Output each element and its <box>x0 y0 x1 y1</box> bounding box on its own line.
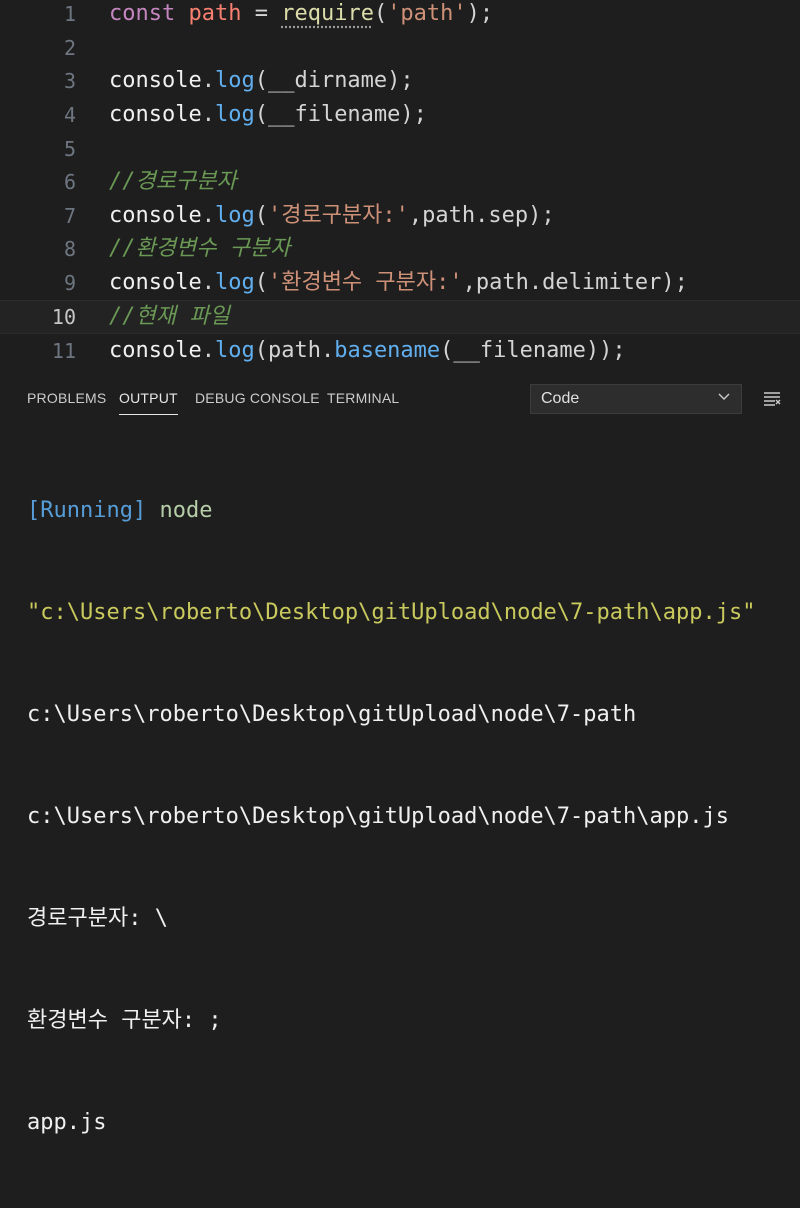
tab-problems[interactable]: PROBLEMS <box>27 390 106 406</box>
tab-debug-console[interactable]: DEBUG CONSOLE <box>195 390 320 406</box>
method-token: log <box>214 270 255 295</box>
paren-token: ); <box>466 1 494 26</box>
args-token: ,path.sep); <box>408 203 555 228</box>
variable-token: path <box>188 1 242 26</box>
string-token: '경로구분자:' <box>267 203 409 228</box>
code-text: console.log('경로구분자:',path.sep); <box>109 199 555 233</box>
tab-output[interactable]: OUTPUT <box>119 390 178 415</box>
code-line-1[interactable]: 1 const path = require('path'); <box>0 0 800 31</box>
code-text: const path = require('path'); <box>109 0 493 31</box>
clear-output-icon[interactable] <box>762 390 782 406</box>
line-number: 7 <box>63 204 76 228</box>
operator-token: = <box>241 1 282 26</box>
output-channel-value: Code <box>541 390 580 407</box>
string-token: '환경변수 구분자:' <box>267 270 463 295</box>
output-line: app.js <box>27 1110 107 1135</box>
object-token: console <box>109 338 202 363</box>
code-line-6[interactable]: 6 //경로구분자 <box>0 165 800 199</box>
code-line-11[interactable]: 11 console.log(path.basename(__filename)… <box>0 334 800 368</box>
code-line-2[interactable]: 2 <box>0 31 800 65</box>
panel-tabs: PROBLEMS OUTPUT DEBUG CONSOLE TERMINAL C… <box>0 370 800 424</box>
line-number: 3 <box>63 69 76 93</box>
comment-token: //현재 파일 <box>109 304 230 329</box>
line-number: 9 <box>63 271 76 295</box>
comment-token: //경로구분자 <box>109 169 237 194</box>
args-token: (__filename); <box>254 102 427 127</box>
method-token: basename <box>334 338 441 363</box>
object-token: console <box>109 68 202 93</box>
code-text: console.log(path.basename(__filename)); <box>109 334 626 368</box>
args-token: (__filename)); <box>440 338 626 363</box>
line-number: 4 <box>63 103 76 127</box>
line-number: 6 <box>63 170 76 194</box>
line-number: 5 <box>63 137 76 161</box>
code-line-5[interactable]: 5 <box>0 132 800 166</box>
run-command-path: "c:\Users\roberto\Desktop\gitUpload\node… <box>27 600 756 625</box>
dot-token: . <box>201 270 215 295</box>
output-line: 환경변수 구분자: ; <box>27 1008 222 1033</box>
code-line-3[interactable]: 3 console.log(__dirname); <box>0 64 800 98</box>
line-number: 11 <box>51 339 76 363</box>
code-editor[interactable]: 1 const path = require('path'); 2 3 cons… <box>0 0 800 370</box>
object-token: console <box>109 270 202 295</box>
line-number: 1 <box>63 2 76 26</box>
args-token: ,path.delimiter); <box>462 270 688 295</box>
code-text: //환경변수 구분자 <box>109 232 290 266</box>
output-log[interactable]: [Running] node "c:\Users\roberto\Desktop… <box>27 426 800 1208</box>
code-text: console.log(__dirname); <box>109 64 414 98</box>
method-token: log <box>214 68 255 93</box>
method-token: log <box>214 203 255 228</box>
args-token: (__dirname); <box>254 68 414 93</box>
output-line: "c:\Users\roberto\Desktop\gitUpload\node… <box>27 596 800 630</box>
code-text: console.log(__filename); <box>109 98 427 132</box>
args-token: (path. <box>254 338 335 363</box>
function-token: require <box>281 1 374 26</box>
paren-token: ( <box>254 270 268 295</box>
line-number: 10 <box>51 305 76 329</box>
line-number: 8 <box>63 237 76 261</box>
code-text: console.log('환경변수 구분자:',path.delimiter); <box>109 266 688 300</box>
dot-token: . <box>201 68 215 93</box>
bottom-panel: PROBLEMS OUTPUT DEBUG CONSOLE TERMINAL C… <box>0 370 800 1135</box>
paren-token: ( <box>254 203 268 228</box>
tab-terminal[interactable]: TERMINAL <box>327 390 399 406</box>
dot-token: . <box>201 338 215 363</box>
paren-token: ( <box>373 1 388 26</box>
code-line-7[interactable]: 7 console.log('경로구분자:',path.sep); <box>0 199 800 233</box>
output-line: [Running] node <box>27 494 800 528</box>
dot-token: . <box>201 102 215 127</box>
object-token: console <box>109 102 202 127</box>
output-line: c:\Users\roberto\Desktop\gitUpload\node\… <box>27 804 729 829</box>
output-line: 경로구분자: \ <box>27 906 168 931</box>
running-label: [Running] <box>27 498 147 523</box>
output-line: c:\Users\roberto\Desktop\gitUpload\node\… <box>27 702 637 727</box>
code-line-4[interactable]: 4 console.log(__filename); <box>0 98 800 132</box>
code-line-8[interactable]: 8 //환경변수 구분자 <box>0 232 800 266</box>
code-text: //경로구분자 <box>109 165 237 199</box>
dot-token: . <box>201 203 215 228</box>
code-text: //현재 파일 <box>109 300 230 334</box>
output-channel-select[interactable]: Code <box>530 384 742 414</box>
chevron-down-icon <box>718 393 730 400</box>
string-token: 'path' <box>387 1 467 26</box>
object-token: console <box>109 203 202 228</box>
run-command: node <box>146 498 213 523</box>
line-number: 2 <box>63 36 76 60</box>
code-line-10[interactable]: 10 //현재 파일 <box>0 300 800 334</box>
method-token: log <box>214 102 255 127</box>
method-token: log <box>214 338 255 363</box>
code-line-9[interactable]: 9 console.log('환경변수 구분자:',path.delimiter… <box>0 266 800 300</box>
comment-token: //환경변수 구분자 <box>109 236 291 261</box>
keyword-token: const <box>109 1 176 26</box>
